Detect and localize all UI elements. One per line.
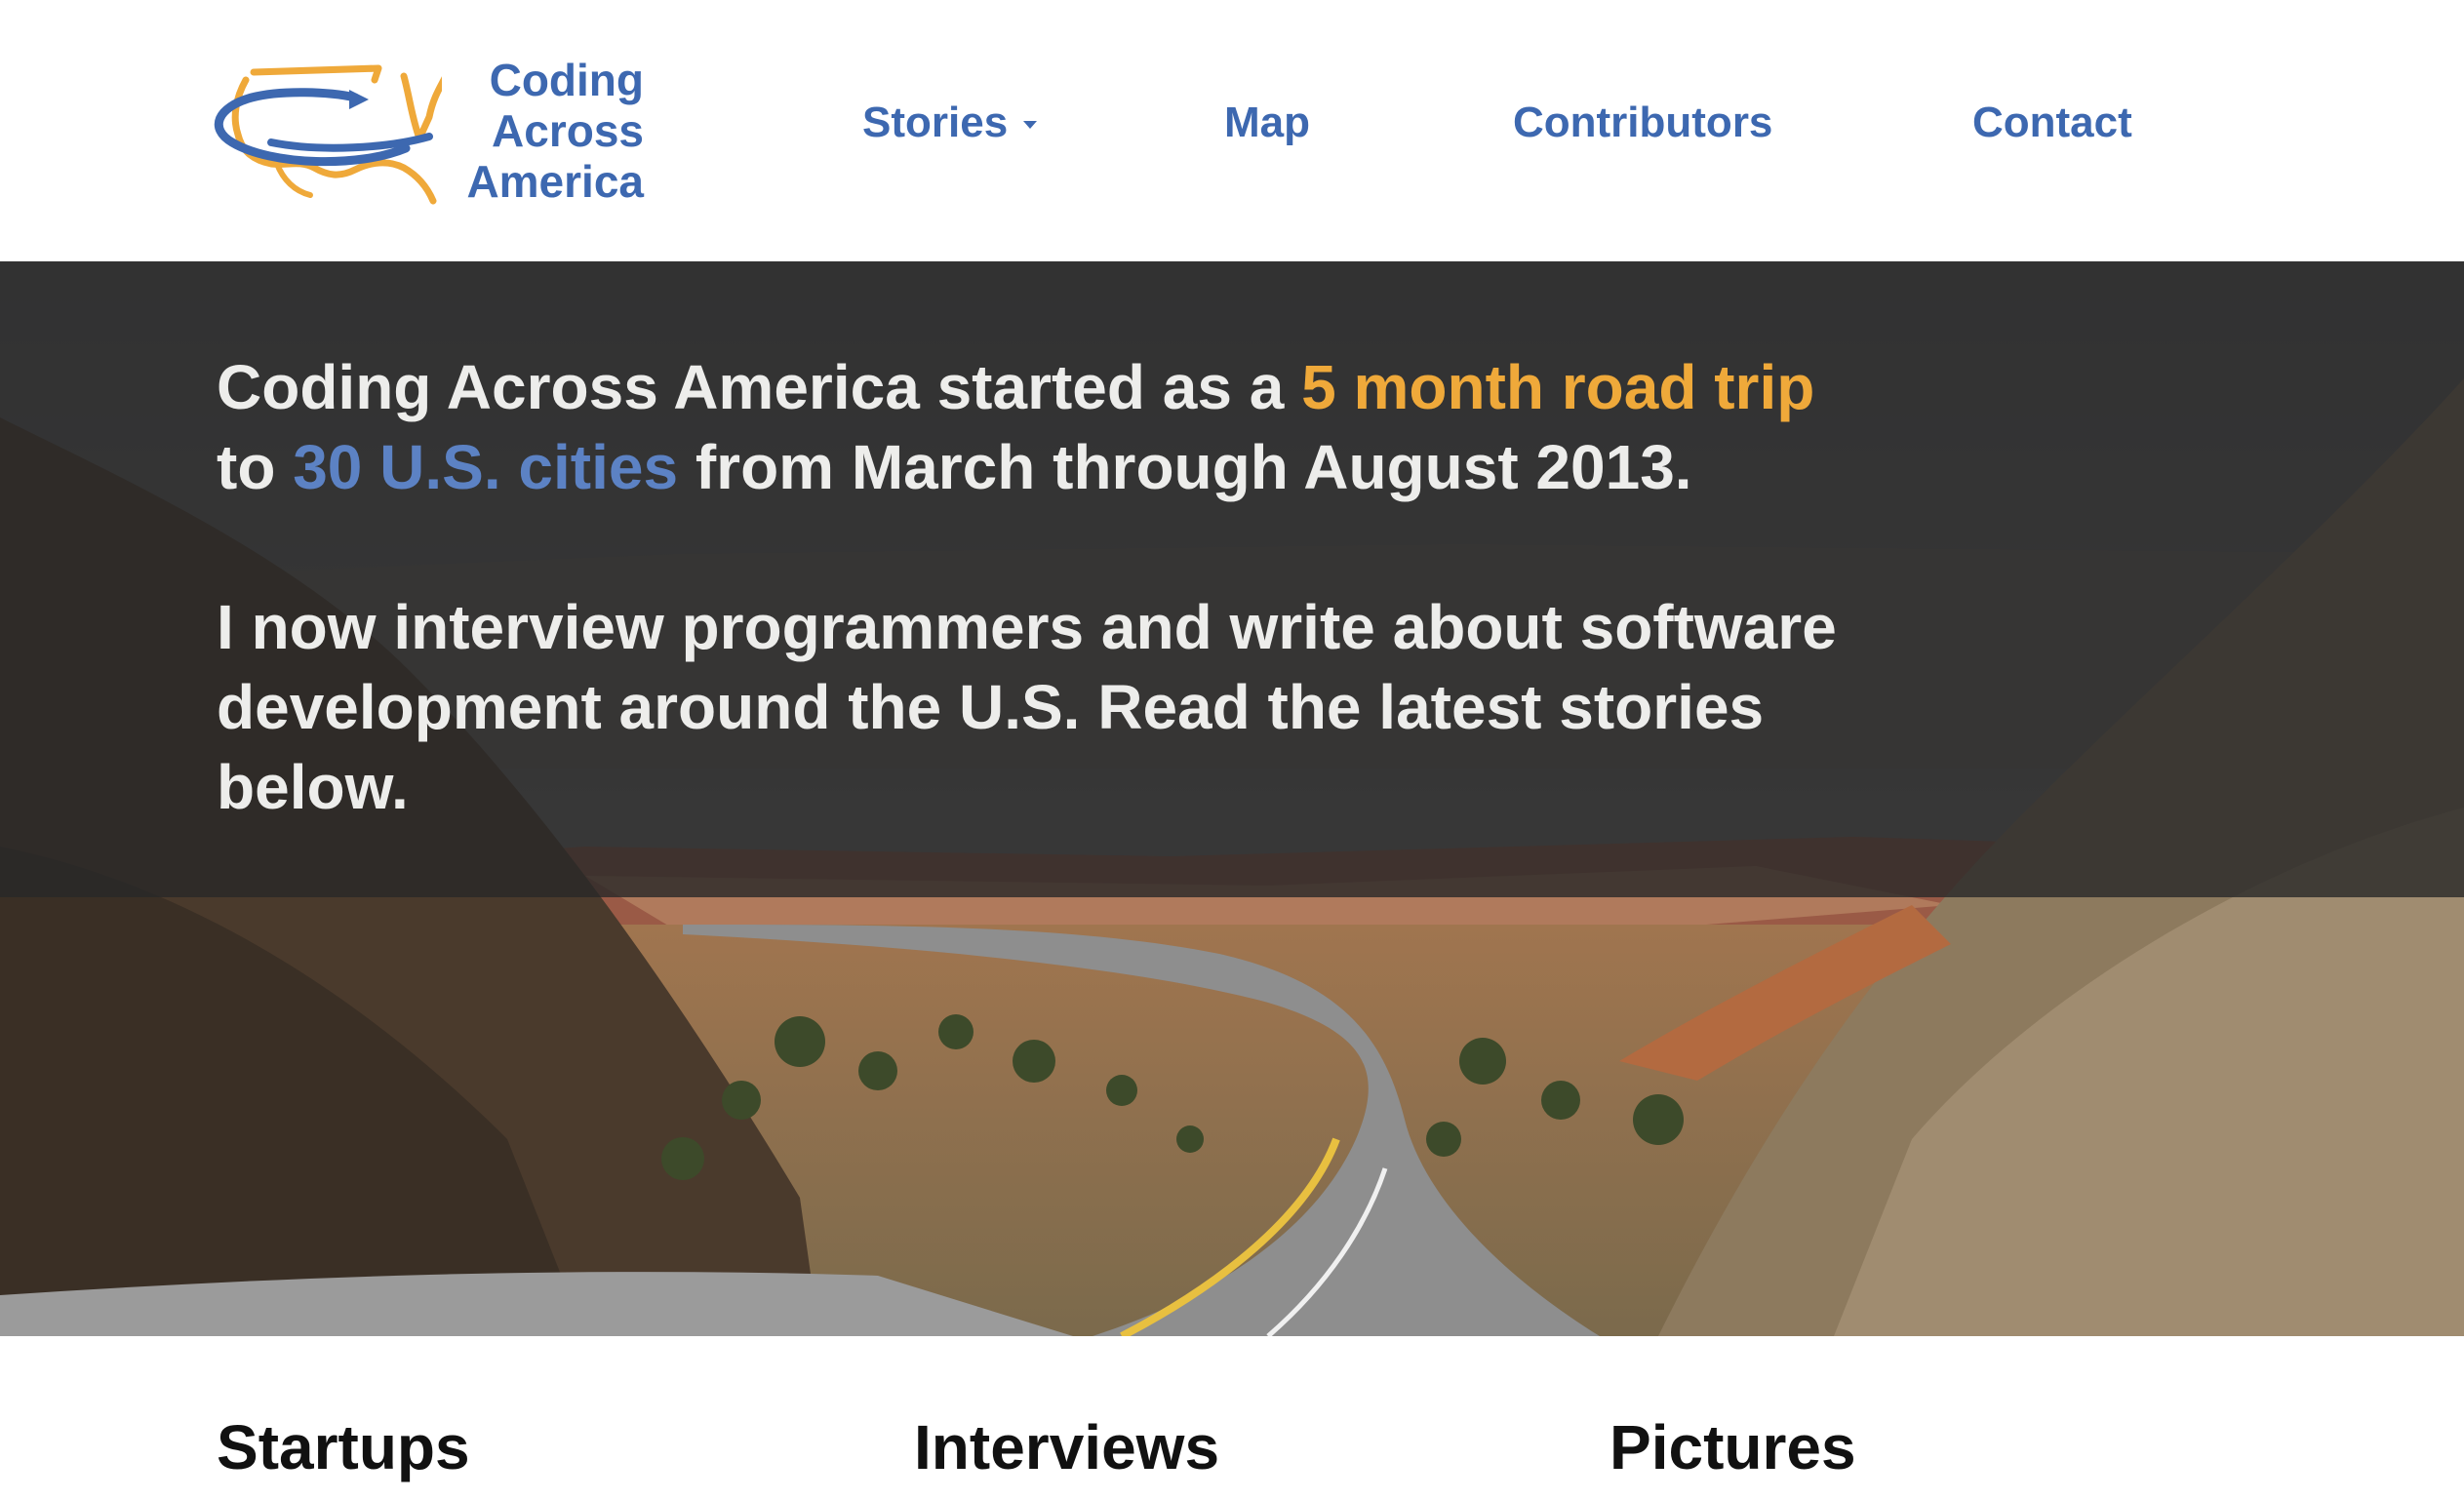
section-title-interviews: Interviews (914, 1412, 1220, 1482)
section-title-startups: Startups (217, 1412, 470, 1482)
cities-highlight: 30 U.S. cities (293, 432, 679, 502)
nav-stories-label: Stories (862, 99, 1009, 146)
content-sections: Startups Interviews Pictures (0, 1336, 2464, 1500)
hero-paragraph-1: Coding Across America started as a 5 mon… (217, 347, 1933, 507)
hero-intro-text: Coding Across America started as a 5 mon… (217, 347, 1933, 827)
section-title-pictures: Pictures (1610, 1412, 1856, 1482)
nav-contributors-link[interactable]: Contributors (1513, 94, 1772, 152)
nav-stories-dropdown[interactable]: Stories (862, 94, 1038, 152)
caret-down-icon (1023, 121, 1038, 130)
logo-text-line-3: America (466, 156, 644, 207)
road-trip-highlight: 5 month road trip (1301, 352, 1815, 422)
hero-paragraph-2: I now interview programmers and write ab… (217, 592, 1837, 822)
nav-map-link[interactable]: Map (1224, 94, 1310, 152)
main-nav: Stories Map Contributors Contact (0, 94, 2464, 152)
hero-text-mid: to (217, 432, 294, 502)
hero-text-pre: Coding Across America started as a (217, 352, 1302, 422)
hero-text-post: from March through August 2013. (678, 432, 1692, 502)
site-header: Coding Across America Stories Map Contri… (0, 0, 2464, 261)
hero-banner: Coding Across America started as a 5 mon… (0, 261, 2464, 1336)
page: Coding Across America Stories Map Contri… (0, 0, 2464, 1500)
nav-contact-link[interactable]: Contact (1972, 94, 2132, 152)
